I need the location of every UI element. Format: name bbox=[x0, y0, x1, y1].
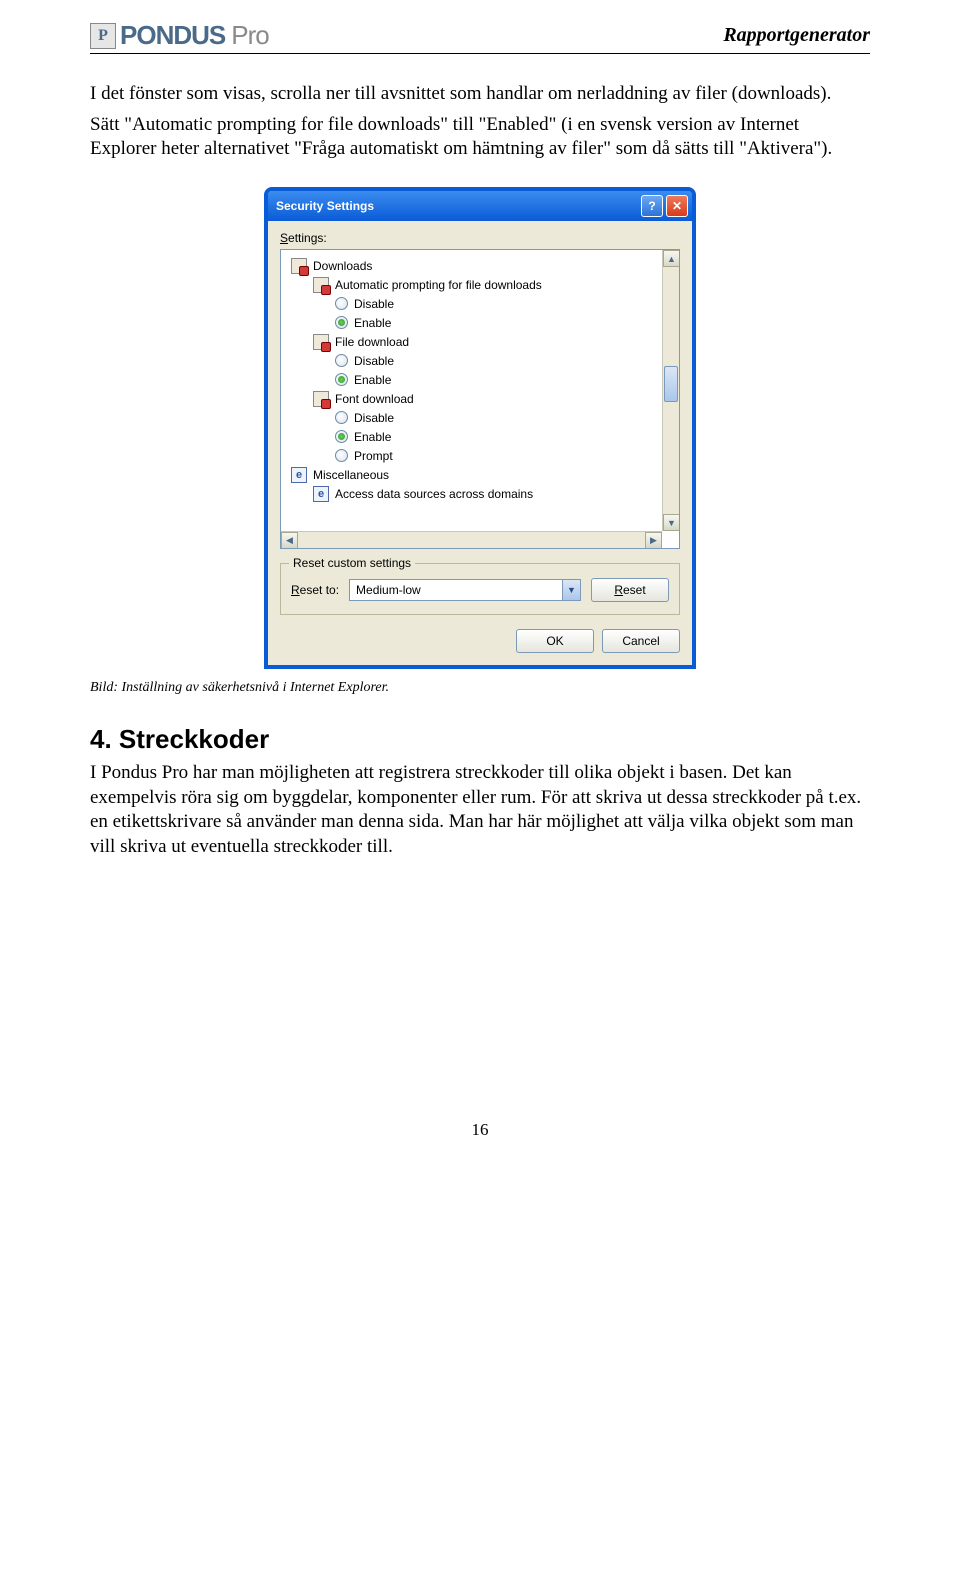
help-button[interactable]: ? bbox=[641, 195, 663, 217]
document-page: P PONDUS Pro Rapportgenerator I det föns… bbox=[0, 0, 960, 1180]
category-icon bbox=[313, 334, 329, 350]
security-settings-dialog: Security Settings ? ✕ SSettings:ettings:… bbox=[265, 188, 695, 668]
reset-groupbox: Reset custom settings Reset to: Medium-l… bbox=[280, 563, 680, 615]
tree-label: Disable bbox=[354, 354, 394, 368]
section-title: Streckkoder bbox=[119, 724, 269, 754]
tree-radio-enable[interactable]: Enable bbox=[287, 313, 679, 332]
tree-label: Disable bbox=[354, 411, 394, 425]
tree-label: File download bbox=[335, 335, 409, 349]
tree-radio-prompt[interactable]: Prompt bbox=[287, 446, 679, 465]
section-number: 4. bbox=[90, 724, 112, 754]
reset-to-label: Reset to: bbox=[291, 583, 339, 597]
screenshot-illustration: Security Settings ? ✕ SSettings:ettings:… bbox=[90, 188, 870, 668]
page-number: 16 bbox=[90, 1120, 870, 1140]
page-header: P PONDUS Pro Rapportgenerator bbox=[90, 20, 870, 54]
tree-label: Enable bbox=[354, 316, 391, 330]
logo: P PONDUS Pro bbox=[90, 20, 269, 51]
paragraph-2: Sätt "Automatic prompting for file downl… bbox=[90, 113, 870, 162]
image-caption: Bild: Inställning av säkerhetsnivå i Int… bbox=[90, 680, 870, 696]
ok-button[interactable]: OK bbox=[516, 629, 594, 653]
radio-icon bbox=[335, 354, 348, 367]
logo-text-suffix: Pro bbox=[231, 20, 268, 51]
radio-icon bbox=[335, 430, 348, 443]
settings-label: SSettings:ettings: bbox=[280, 231, 680, 245]
radio-icon bbox=[335, 449, 348, 462]
scroll-right-icon[interactable]: ▶ bbox=[645, 532, 662, 549]
paragraph-1: I det fönster som visas, scrolla ner til… bbox=[90, 82, 870, 107]
dialog-title: Security Settings bbox=[276, 199, 374, 213]
radio-icon bbox=[335, 297, 348, 310]
tree-label: Font download bbox=[335, 392, 414, 406]
tree-label: Miscellaneous bbox=[313, 468, 389, 482]
tree-label: Automatic prompting for file downloads bbox=[335, 278, 542, 292]
ie-icon: e bbox=[291, 467, 307, 483]
section-heading-4: 4. Streckkoder bbox=[90, 724, 870, 755]
tree-label: Prompt bbox=[354, 449, 393, 463]
category-icon bbox=[291, 258, 307, 274]
close-button[interactable]: ✕ bbox=[666, 195, 688, 217]
document-title: Rapportgenerator bbox=[723, 24, 870, 47]
logo-icon: P bbox=[90, 23, 116, 49]
tree-label: Enable bbox=[354, 373, 391, 387]
section-4-body: I Pondus Pro har man möjligheten att reg… bbox=[90, 761, 870, 860]
logo-text-main: PONDUS bbox=[120, 20, 225, 51]
tree-radio-disable[interactable]: Disable bbox=[287, 294, 679, 313]
ie-icon: e bbox=[313, 486, 329, 502]
category-icon bbox=[313, 277, 329, 293]
combo-value: Medium-low bbox=[356, 583, 421, 597]
scroll-left-icon[interactable]: ◀ bbox=[281, 532, 298, 549]
tree-label: Disable bbox=[354, 297, 394, 311]
vertical-scrollbar[interactable]: ▲ ▼ bbox=[662, 250, 679, 531]
tree-radio-disable[interactable]: Disable bbox=[287, 408, 679, 427]
reset-level-combo[interactable]: Medium-low ▼ bbox=[349, 579, 581, 601]
radio-icon bbox=[335, 316, 348, 329]
horizontal-scrollbar[interactable]: ◀ ▶ bbox=[281, 531, 662, 548]
tree-category-downloads: Downloads bbox=[287, 256, 679, 275]
category-icon bbox=[313, 391, 329, 407]
tree-radio-disable[interactable]: Disable bbox=[287, 351, 679, 370]
tree-option-access-data: e Access data sources across domains bbox=[287, 484, 679, 503]
settings-tree[interactable]: Downloads Automatic prompting for file d… bbox=[280, 249, 680, 549]
chevron-down-icon: ▼ bbox=[562, 580, 580, 600]
radio-icon bbox=[335, 373, 348, 386]
tree-option-font-download: Font download bbox=[287, 389, 679, 408]
tree-option-auto-prompt: Automatic prompting for file downloads bbox=[287, 275, 679, 294]
tree-radio-enable[interactable]: Enable bbox=[287, 370, 679, 389]
tree-label: Access data sources across domains bbox=[335, 487, 533, 501]
radio-icon bbox=[335, 411, 348, 424]
scroll-down-icon[interactable]: ▼ bbox=[663, 514, 680, 531]
tree-category-misc: e Miscellaneous bbox=[287, 465, 679, 484]
tree-label: Enable bbox=[354, 430, 391, 444]
tree-radio-enable[interactable]: Enable bbox=[287, 427, 679, 446]
scroll-thumb[interactable] bbox=[664, 366, 678, 402]
tree-label: Downloads bbox=[313, 259, 372, 273]
tree-option-file-download: File download bbox=[287, 332, 679, 351]
cancel-button[interactable]: Cancel bbox=[602, 629, 680, 653]
scroll-up-icon[interactable]: ▲ bbox=[663, 250, 680, 267]
reset-group-label: Reset custom settings bbox=[289, 556, 415, 570]
reset-button[interactable]: Reset bbox=[591, 578, 669, 602]
dialog-titlebar: Security Settings ? ✕ bbox=[268, 191, 692, 221]
